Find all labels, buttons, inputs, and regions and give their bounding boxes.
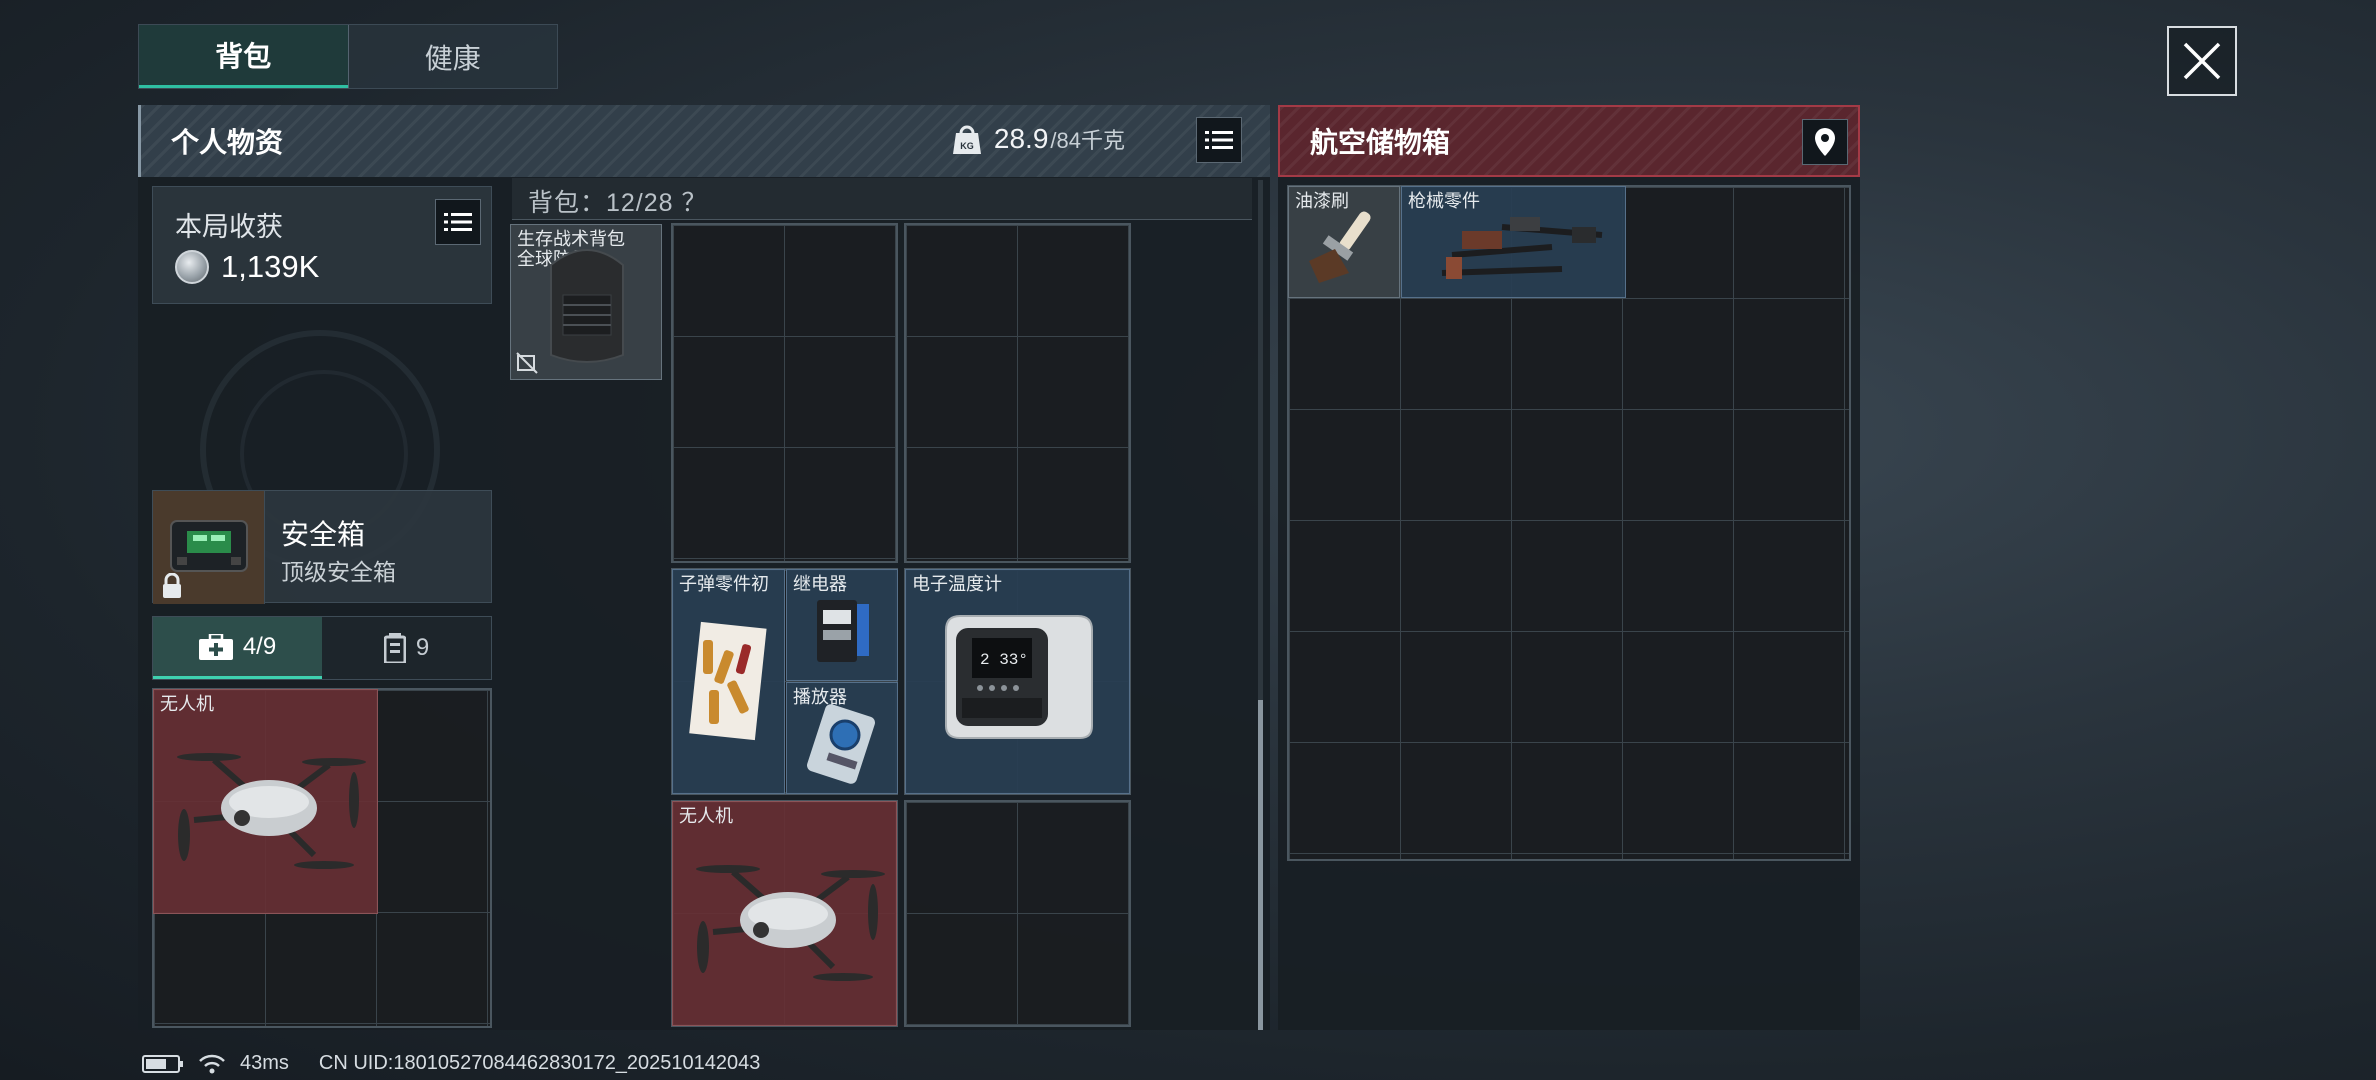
thermometer-display: 2 33° (980, 651, 1028, 669)
coin-icon (175, 250, 209, 284)
backpack-scroll-thumb[interactable] (1258, 700, 1263, 1030)
air-storage-header: 航空储物箱 (1278, 105, 1860, 177)
ammo-parts-image (689, 621, 767, 741)
brush-item[interactable]: 油漆刷 (1288, 186, 1400, 298)
safebox-name: 安全箱 (281, 519, 366, 550)
weight-capacity: /84千克 (1050, 128, 1125, 153)
drone-image (696, 865, 885, 981)
close-button[interactable] (2167, 26, 2237, 96)
list-icon (1205, 131, 1233, 149)
close-icon (2183, 42, 2221, 80)
safebox-image (153, 491, 265, 604)
player-item[interactable]: 播放器 (786, 682, 898, 794)
harvest-value: 1,139K (221, 249, 320, 284)
backpack-grid-6 (904, 800, 1131, 1027)
backpack-caption: 背包：12/28 ？ (512, 178, 1252, 220)
air-location-button[interactable] (1802, 119, 1848, 165)
location-pin-icon (1815, 128, 1835, 156)
harvest-list-button[interactable] (435, 199, 481, 245)
gun-parts-image (1441, 217, 1603, 279)
backpack-grid-2 (904, 223, 1131, 563)
relay-image (817, 600, 869, 662)
weight-icon: KG (952, 125, 981, 154)
backpack-capacity: 背包：12/28 ？ (528, 189, 708, 217)
thermometer-image: 2 33° (945, 615, 1093, 739)
ammo-pouch-count: 9 (415, 634, 430, 661)
left-drone-item[interactable]: 无人机 (153, 689, 378, 914)
relay-item[interactable]: 继电器 (786, 569, 898, 681)
personal-header: 个人物资 KG 28.9 /84千克 (138, 105, 1270, 177)
safebox-subtitle: 顶级安全箱 (281, 559, 396, 585)
weight-badge: KG (960, 141, 974, 151)
air-storage-title: 航空储物箱 (1310, 127, 1451, 158)
status-bar: 43ms CN UID:18010527084462830172_2025101… (142, 1052, 760, 1075)
ping-value: 43ms (240, 1052, 289, 1074)
drone-image (177, 753, 366, 869)
harvest-value-row: 1,139K (175, 249, 319, 285)
equipped-backpack-item[interactable]: 生存战术背包 全球防具 (510, 224, 662, 380)
player-uid: CN UID:18010527084462830172_202510142043 (318, 1052, 761, 1074)
list-icon (444, 213, 472, 231)
tab-ammo-pouch[interactable]: 9 (322, 617, 491, 679)
harvest-label: 本局收获 (175, 212, 283, 242)
backpack-grid-1 (671, 223, 898, 563)
tab-health[interactable]: 健康 (347, 25, 558, 88)
no-trade-icon (516, 352, 538, 374)
safebox-slot[interactable]: 安全箱 顶级安全箱 (152, 490, 492, 604)
lock-icon (163, 573, 181, 598)
thermometer-item[interactable]: 电子温度计 2 33° (905, 569, 1130, 794)
gun-parts-item[interactable]: 枪械零件 (1401, 186, 1626, 298)
canister-icon (383, 633, 406, 663)
medkit-icon (198, 633, 233, 660)
tab-backpack[interactable]: 背包 (139, 25, 348, 88)
tab-medkit-pouch[interactable]: 4/9 (153, 617, 322, 679)
player-image (807, 704, 875, 784)
brush-image (1309, 211, 1371, 283)
personal-list-button[interactable] (1196, 117, 1242, 163)
main-tabs: 背包 健康 (138, 24, 558, 89)
medkit-count: 4/9 (242, 632, 277, 660)
personal-title: 个人物资 (171, 127, 284, 158)
drone-item[interactable]: 无人机 (672, 801, 897, 1026)
wifi-icon (199, 1054, 225, 1073)
battery-icon (142, 1054, 183, 1073)
weight-current: 28.9 (993, 123, 1049, 154)
weight-display: KG 28.9 /84千克 (952, 123, 1125, 155)
harvest-box: 本局收获 1,139K (152, 186, 492, 304)
pouch-tabs: 4/9 9 (152, 616, 492, 680)
ammo-parts-item[interactable]: 子弹零件初 (672, 569, 785, 794)
